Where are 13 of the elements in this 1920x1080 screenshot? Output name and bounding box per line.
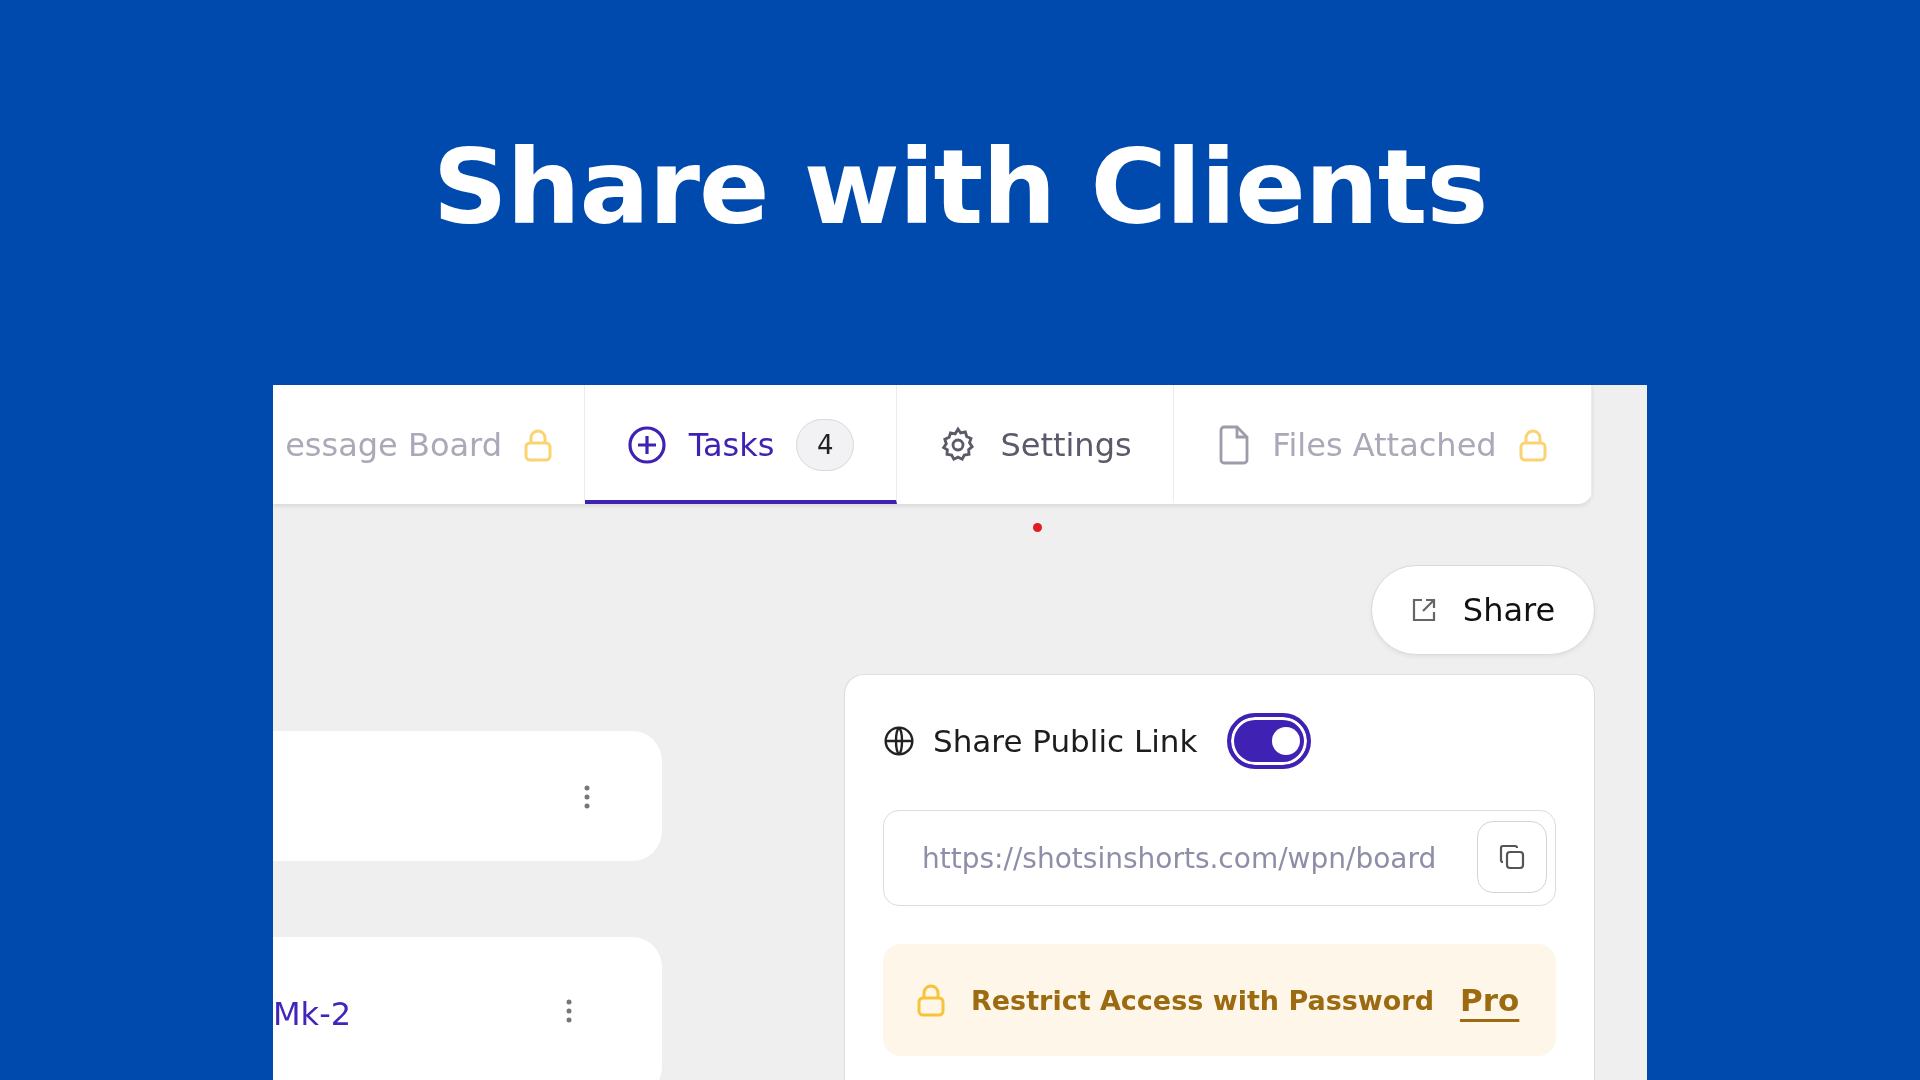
tab-label: Settings (1000, 425, 1132, 464)
task-title[interactable]: Mk-2 (273, 995, 352, 1033)
headline: Share with Clients (432, 125, 1488, 250)
share-link-label: Share Public Link (933, 723, 1198, 759)
share-button[interactable]: Share (1371, 565, 1595, 655)
tab-label: essage Board (285, 425, 502, 464)
tab-label: Tasks (688, 425, 775, 464)
restrict-label: Restrict Access with Password (971, 984, 1434, 1016)
pro-link[interactable]: Pro (1460, 982, 1520, 1018)
tab-label: Files Attached (1272, 425, 1497, 464)
tab[interactable]: Tasks 4 (585, 385, 897, 504)
count-badge: 4 (796, 418, 855, 471)
tab[interactable]: Settings (897, 385, 1174, 504)
